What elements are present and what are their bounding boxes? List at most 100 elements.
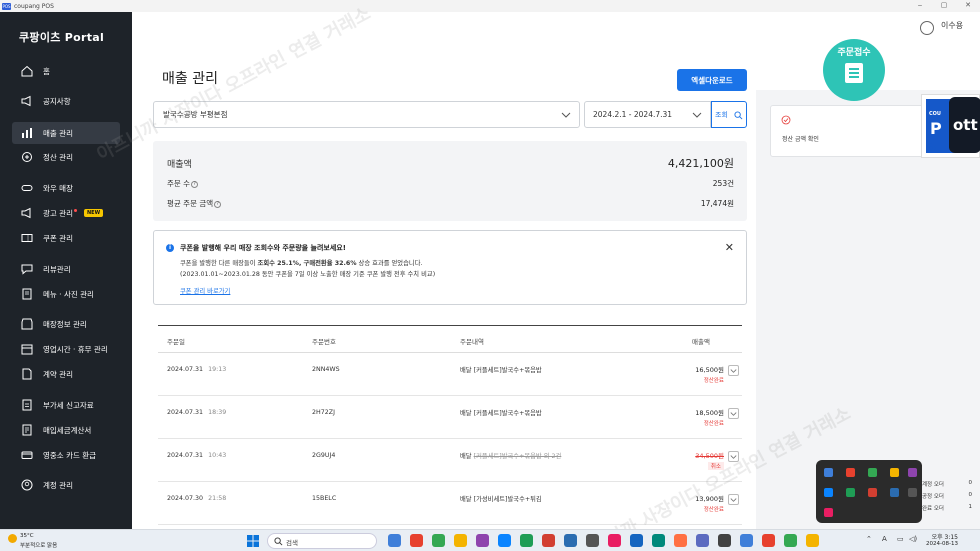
taskbar-app-icon[interactable] xyxy=(542,534,555,547)
settlement-card[interactable]: 정산 금액 확인 xyxy=(770,105,930,157)
sidebar-item[interactable]: 리뷰관리 xyxy=(12,258,120,280)
close-icon[interactable]: ✕ xyxy=(725,241,734,254)
expand-row-button[interactable] xyxy=(728,494,739,505)
tray-app-icon[interactable] xyxy=(908,468,917,477)
sidebar-item[interactable]: 계정 관리 xyxy=(12,474,120,496)
taskbar-app-icon[interactable] xyxy=(718,534,731,547)
ott-app-icon[interactable]: ott xyxy=(949,97,980,153)
sidebar-item[interactable]: 매입세금계산서 xyxy=(12,419,120,441)
taskbar-app-icon[interactable] xyxy=(740,534,753,547)
taskbar-app-icon[interactable] xyxy=(762,534,775,547)
expand-row-button[interactable] xyxy=(728,451,739,462)
pos-widget[interactable]: COU P ott xyxy=(921,94,980,158)
table-row[interactable]: 2024.07.31 10:43 2G9UJ4 배달 [커플세트]발국수+볶음밥 외 … xyxy=(158,439,742,482)
taskbar-app-icon[interactable] xyxy=(454,534,467,547)
tray-app-icon[interactable] xyxy=(824,508,833,517)
maximize-icon[interactable]: ▢ xyxy=(932,0,956,12)
tray-app-icon[interactable] xyxy=(824,468,833,477)
table-row[interactable]: 2024.07.31 19:13 2NN4WS 배달 [커플세트]발국수+볶음밥 16,… xyxy=(158,353,742,396)
expand-row-button[interactable] xyxy=(728,408,739,419)
taskbar-search-input[interactable]: 검색 xyxy=(267,533,377,549)
move-handle-icon[interactable] xyxy=(926,143,936,153)
date-range-select[interactable]: 2024.2.1 - 2024.7.31 xyxy=(584,101,711,128)
sidebar-item[interactable]: 메뉴 · 사진 관리 xyxy=(12,283,120,305)
order-detail: 배달 [커플세트]발국수+볶음밥 xyxy=(460,367,542,374)
ime-indicator[interactable]: A xyxy=(882,535,887,543)
taskbar-app-icon[interactable] xyxy=(630,534,643,547)
expand-row-button[interactable] xyxy=(728,365,739,376)
user-avatar-icon[interactable] xyxy=(920,21,934,35)
tray-app-icon[interactable] xyxy=(908,488,917,497)
tray-app-icon[interactable] xyxy=(824,488,833,497)
sidebar-item[interactable]: 계약 관리 xyxy=(12,363,120,385)
coupon-manage-link[interactable]: 쿠폰 관리 바로가기 xyxy=(180,286,230,295)
taskbar-app-icon[interactable] xyxy=(652,534,665,547)
speaker-icon[interactable]: ◁) xyxy=(909,535,917,543)
sales-value: 4,421,100원 xyxy=(667,157,734,170)
taskbar-app-icon[interactable] xyxy=(432,534,445,547)
table-row[interactable]: 2024.07.31 18:39 2H72ZJ 배달 [커플세트]발국수+볶음밥 18,… xyxy=(158,396,742,439)
sidebar-item[interactable]: 영업시간 · 휴무 관리 xyxy=(12,338,120,360)
sidebar-item-label: 계약 관리 xyxy=(43,369,73,379)
close-icon[interactable]: ✕ xyxy=(956,0,980,12)
help-icon[interactable]: ? xyxy=(214,201,222,208)
sidebar-item-label: 매입세금계산서 xyxy=(43,425,92,435)
coupon-notice: i 쿠폰을 발행해 우리 매장 조회수와 주문량을 늘려보세요! 쿠폰을 발행한… xyxy=(153,230,747,305)
tray-app-icon[interactable] xyxy=(890,488,899,497)
tray-app-icon[interactable] xyxy=(890,468,899,477)
taskbar-app-icon[interactable] xyxy=(696,534,709,547)
sidebar-item[interactable]: 공지사항 xyxy=(12,90,120,112)
tray-overflow-popup xyxy=(816,460,922,523)
taskbar-app-icon[interactable] xyxy=(388,534,401,547)
sidebar-item[interactable]: 홈 xyxy=(12,60,120,82)
minimize-icon[interactable]: ‒ xyxy=(908,0,932,12)
taskbar-app-icon[interactable] xyxy=(806,534,819,547)
order-number: 15BELC xyxy=(312,495,337,502)
sidebar-item-label: 광고 관리 xyxy=(43,208,73,218)
taskbar-app-icon[interactable] xyxy=(608,534,621,547)
help-icon[interactable]: ? xyxy=(191,181,199,188)
megaphone-icon xyxy=(20,95,33,108)
sidebar-item[interactable]: 매출 관리 xyxy=(12,122,120,144)
display-icon[interactable]: ▭ xyxy=(897,535,904,543)
query-button[interactable]: 조회 xyxy=(711,101,747,128)
settlement-status: 정산완료 xyxy=(703,421,724,427)
tray-app-icon[interactable] xyxy=(868,468,877,477)
alert-dot xyxy=(73,208,77,212)
taskbar-app-icon[interactable] xyxy=(564,534,577,547)
tray-app-icon[interactable] xyxy=(868,488,877,497)
user-name[interactable]: 이수용 xyxy=(941,20,963,31)
chevron-up-icon[interactable]: ⌃ xyxy=(866,535,872,543)
taskbar-app-icon[interactable] xyxy=(784,534,797,547)
sidebar-item-label: 영중소 카드 환급 xyxy=(43,450,97,460)
taskbar-app-icon[interactable] xyxy=(586,534,599,547)
date-range-value: 2024.2.1 - 2024.7.31 xyxy=(593,110,673,119)
taskbar-app-icon[interactable] xyxy=(674,534,687,547)
taskbar-app-icon[interactable] xyxy=(410,534,423,547)
table-row[interactable]: 2024.07.30 21:58 15BELC 배달 [가성비세트]발국수+튀김 13,… xyxy=(158,482,742,525)
tray-app-icon[interactable] xyxy=(846,468,855,477)
sidebar-item[interactable]: 정산 관리 xyxy=(12,146,120,168)
sidebar-item-label: 쿠폰 관리 xyxy=(43,233,73,243)
header-sales-amount: 매출액 xyxy=(692,338,710,346)
taskbar-app-icon[interactable] xyxy=(498,534,511,547)
header-order-detail: 주문내역 xyxy=(460,338,484,346)
tray-app-icon[interactable] xyxy=(846,488,855,497)
sidebar-item[interactable]: 매장정보 관리 xyxy=(12,313,120,335)
sidebar-item[interactable]: 부가세 신고자료 xyxy=(12,394,120,416)
settlement-icon xyxy=(20,151,33,164)
orders-label: 주문 수 xyxy=(167,179,191,188)
info-icon: i xyxy=(166,244,174,252)
sidebar-item[interactable]: 영중소 카드 환급 xyxy=(12,444,120,466)
sidebar-item[interactable]: 쿠폰 관리 xyxy=(12,227,120,249)
taskbar-app-icon[interactable] xyxy=(476,534,489,547)
excel-download-button[interactable]: 엑셀다운로드 xyxy=(677,69,747,91)
store-select[interactable]: 발국수공방 부평본점 xyxy=(153,101,580,128)
store-icon xyxy=(20,318,33,331)
taskbar-app-icon[interactable] xyxy=(520,534,533,547)
sidebar-item[interactable]: 광고 관리 NEW xyxy=(12,202,120,224)
order-accept-button[interactable]: 주문접수 xyxy=(823,39,885,101)
windows-start-icon[interactable] xyxy=(247,535,259,547)
sidebar-item[interactable]: 와우 매장 xyxy=(12,177,120,199)
taskbar-clock[interactable]: 오후 3:15 2024-08-13 xyxy=(922,532,958,547)
